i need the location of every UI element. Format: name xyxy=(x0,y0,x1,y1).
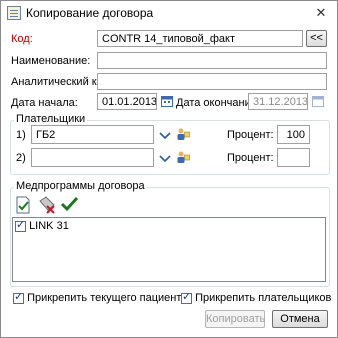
payer-1-percent-label: Процент: xyxy=(227,129,274,141)
user-icon[interactable] xyxy=(176,150,190,164)
medprograms-group-title: Медпрограммы договора xyxy=(14,180,147,192)
add-program-icon[interactable] xyxy=(13,195,33,215)
start-date-input[interactable]: 01.01.2013 xyxy=(97,93,157,110)
payer-2-percent-label: Процент: xyxy=(227,152,274,164)
analytic-code-input[interactable] xyxy=(97,73,327,90)
attach-patient-checkbox[interactable] xyxy=(13,290,24,304)
chevron-down-icon[interactable] xyxy=(158,129,172,143)
title-bar: Копирование договора ✕ xyxy=(1,1,337,25)
code-pick-button[interactable]: << xyxy=(306,30,327,47)
attach-patient-label: Прикрепить текущего пациента xyxy=(27,292,188,304)
window-title: Копирование договора xyxy=(26,6,154,20)
payer-1-number: 1) xyxy=(16,129,26,141)
payer-2-number: 2) xyxy=(16,152,26,164)
close-button[interactable]: ✕ xyxy=(311,4,331,21)
code-label: Код: xyxy=(11,33,33,45)
check-all-icon[interactable] xyxy=(59,194,79,214)
copy-contract-dialog: Копирование договора ✕ Код: CONTR 14_тип… xyxy=(0,0,338,338)
document-icon xyxy=(7,6,21,20)
payer-2-input[interactable] xyxy=(31,148,154,167)
medprograms-list: LINK 31 xyxy=(12,217,326,282)
user-icon[interactable] xyxy=(176,127,190,141)
payer-1-percent-input[interactable]: 100 xyxy=(277,125,310,144)
attach-patient-option[interactable]: Прикрепить текущего пациента xyxy=(13,290,188,304)
start-date-label: Дата начала: xyxy=(11,97,78,109)
program-checkbox[interactable] xyxy=(15,218,26,232)
copy-button[interactable]: Копировать xyxy=(205,310,265,328)
end-date-input[interactable]: 31.12.2013 xyxy=(248,93,308,110)
cancel-button[interactable]: Отмена xyxy=(272,310,328,328)
list-item[interactable]: LINK 31 xyxy=(15,218,69,232)
remove-program-icon[interactable] xyxy=(37,195,57,215)
payer-1-input[interactable]: ГБ2 xyxy=(31,125,154,144)
attach-payers-option[interactable]: Прикрепить плательщиков xyxy=(181,290,332,304)
name-input[interactable] xyxy=(97,52,327,69)
name-label: Наименование: xyxy=(11,55,91,67)
attach-payers-label: Прикрепить плательщиков xyxy=(195,292,332,304)
calendar-icon[interactable] xyxy=(161,95,173,107)
payer-2-percent-input[interactable] xyxy=(277,148,310,167)
calendar-icon[interactable] xyxy=(312,95,324,107)
payers-group-title: Плательщики xyxy=(14,113,88,125)
code-input[interactable]: CONTR 14_типовой_факт xyxy=(97,30,303,47)
attach-payers-checkbox[interactable] xyxy=(181,290,192,304)
chevron-down-icon[interactable] xyxy=(158,152,172,166)
program-label: LINK 31 xyxy=(29,220,69,232)
